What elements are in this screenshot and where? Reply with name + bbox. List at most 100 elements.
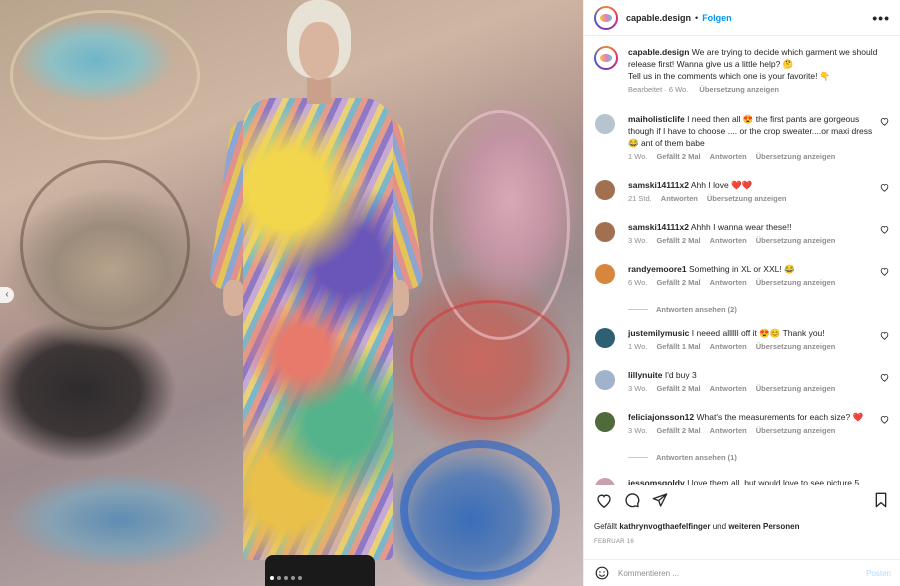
like-icon[interactable] [594,490,614,510]
comment-likes[interactable]: Gefällt 2 Mal [656,384,700,393]
comment-likes[interactable]: Gefällt 1 Mal [656,342,700,351]
caption-edited: Bearbeitet · 6 Wo. [628,85,689,94]
comment-text: I love them all, but would love to see p… [687,478,860,485]
comment-text: I'd buy 3 [664,370,697,380]
reply-button[interactable]: Antworten [710,384,747,393]
commenter-avatar[interactable] [595,114,615,134]
comment-likes[interactable]: Gefällt 2 Mal [656,236,700,245]
post-side-panel: capable.design • Folgen ••• capable.desi… [583,0,900,586]
likes-user-link[interactable]: kathrynvogthaefelfinger [619,522,710,531]
commenter-username[interactable]: feliciajonsson12 [628,412,694,422]
comment-like-icon[interactable] [880,373,889,384]
commenter-avatar[interactable] [595,180,615,200]
comments-list[interactable]: capable.design We are trying to decide w… [584,37,900,485]
comment-meta: 3 Wo. Gefällt 2 Mal Antworten Übersetzung a… [628,426,873,435]
graffiti-swirl [410,300,570,420]
left-hand [223,280,245,316]
follow-button[interactable]: Folgen [702,13,732,23]
post-comment-button[interactable]: Posten [866,569,891,578]
translate-link[interactable]: Übersetzung anzeigen [756,278,836,287]
comment-time: 1 Wo. [628,342,648,351]
comment-meta: 21 Std. Antworten Übersetzung anzeigen [628,194,873,203]
commenter-username[interactable]: justemilymusic [628,328,689,338]
commenter-username[interactable]: samski14111x2 [628,180,689,190]
reply-button[interactable]: Antworten [710,278,747,287]
carousel-dot [298,576,302,580]
emoji-icon[interactable] [594,565,610,581]
translate-link[interactable]: Übersetzung anzeigen [756,236,836,245]
carousel-prev-button[interactable]: ‹ [0,287,14,303]
post-date: FEBRUAR 16 [594,539,635,545]
translate-link[interactable]: Übersetzung anzeigen [707,194,787,203]
bookmark-icon[interactable] [871,490,891,510]
post-header: capable.design • Folgen ••• [584,0,900,36]
comment-meta: 6 Wo. Gefällt 2 Mal Antworten Übersetzung a… [628,278,873,287]
comment-time: 1 Wo. [628,152,648,161]
translate-link[interactable]: Übersetzung anzeigen [756,152,836,161]
commenter-avatar[interactable] [595,264,615,284]
comment-likes[interactable]: Gefällt 2 Mal [656,152,700,161]
caption-text: capable.design We are trying to decide w… [628,46,878,82]
comment-time: 3 Wo. [628,236,648,245]
commenter-username[interactable]: lillynuite [628,370,662,380]
reply-button[interactable]: Antworten [710,426,747,435]
carousel-dot [291,576,295,580]
comment-text: Ahhh I wanna wear these!! [690,222,792,232]
comment-like-icon[interactable] [880,331,889,342]
comment-icon[interactable] [622,490,642,510]
comment-likes[interactable]: Gefällt 2 Mal [656,426,700,435]
post-image[interactable]: ‹ [0,0,583,586]
share-icon[interactable] [650,490,670,510]
comment-item: feliciajonsson12 What's the measurements… [594,411,891,435]
caption-username[interactable]: capable.design [628,47,689,57]
caption-meta: Bearbeitet · 6 Wo. Übersetzung anzeigen [628,85,878,94]
caption-avatar[interactable] [594,46,618,70]
comment-input[interactable] [618,568,858,578]
reply-button[interactable]: Antworten [710,152,747,161]
caption-translate-link[interactable]: Übersetzung anzeigen [699,85,779,94]
comment-like-icon[interactable] [880,415,889,426]
translate-link[interactable]: Übersetzung anzeigen [756,426,836,435]
commenter-avatar[interactable] [595,370,615,390]
commenter-avatar[interactable] [595,478,615,485]
comment-like-icon[interactable] [880,183,889,194]
carousel-dot [270,576,274,580]
reply-button[interactable]: Antworten [710,342,747,351]
comment-text: I neeed allllll off it 😍😊 Thank you! [691,328,825,338]
commenter-username[interactable]: samski14111x2 [628,222,689,232]
commenter-username[interactable]: maiholisticlife [628,114,685,124]
likes-more-link[interactable]: weiteren Personen [728,522,799,531]
likes-prefix: Gefällt [594,522,618,531]
comment-like-icon[interactable] [880,225,889,236]
comment-item: justemilymusic I neeed allllll off it 😍😊… [594,327,891,351]
likes-summary: Gefällt kathrynvogthaefelfinger und weit… [594,522,799,531]
comment-meta: 1 Wo. Gefällt 1 Mal Antworten Übersetzung a… [628,342,873,351]
view-replies-button[interactable]: Antworten ansehen (2) [628,305,737,314]
commenter-avatar[interactable] [595,328,615,348]
comment-like-icon[interactable] [880,117,889,128]
author-avatar[interactable] [594,5,618,30]
carousel-dot [277,576,281,580]
view-replies-button[interactable]: Antworten ansehen (1) [628,453,737,462]
translate-link[interactable]: Übersetzung anzeigen [756,342,836,351]
separator-dot: • [695,12,699,23]
comment-item: randyemoore1 Something in XL or XXL! 😂 6 … [594,263,891,287]
post-caption: capable.design We are trying to decide w… [594,37,891,94]
translate-link[interactable]: Übersetzung anzeigen [756,384,836,393]
commenter-username[interactable]: randyemoore1 [628,264,687,274]
caption-body-2: Tell us in the comments which one is you… [628,71,831,81]
author-username[interactable]: capable.design [626,13,691,23]
more-options-icon[interactable]: ••• [872,10,890,26]
face [299,22,339,80]
comment-time: 6 Wo. [628,278,648,287]
reply-button[interactable]: Antworten [710,236,747,245]
mural-swirl [10,10,200,140]
commenter-username[interactable]: jessomsgoldy [628,478,685,485]
comment-like-icon[interactable] [880,267,889,278]
comment-text: Something in XL or XXL! 😂 [688,264,795,274]
reply-button[interactable]: Antworten [661,194,698,203]
commenter-avatar[interactable] [595,222,615,242]
comment-item: samski14111x2 Ahhh I wanna wear these!! 3… [594,221,891,245]
comment-likes[interactable]: Gefällt 2 Mal [656,278,700,287]
commenter-avatar[interactable] [595,412,615,432]
